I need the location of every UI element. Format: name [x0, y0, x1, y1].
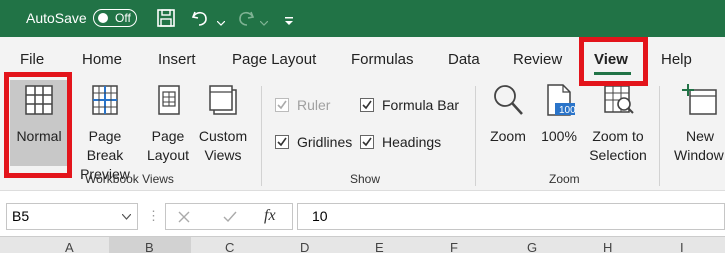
toggle-knob — [98, 13, 108, 23]
magnifier-icon — [494, 85, 523, 115]
customize-toolbar-icon[interactable] — [284, 13, 294, 31]
new-window-icon — [682, 84, 717, 115]
new-window-label-2: Window — [674, 147, 724, 163]
redo-dropdown-icon[interactable] — [259, 14, 269, 32]
undo-dropdown-icon[interactable] — [216, 14, 226, 32]
formula-input[interactable]: 10 — [297, 203, 725, 230]
column-header-d[interactable]: D — [300, 240, 309, 253]
highlight-view-tab — [579, 37, 648, 86]
formula-value: 10 — [312, 208, 328, 224]
tab-file[interactable]: File — [20, 51, 44, 68]
highlight-normal — [4, 72, 72, 178]
more-options-icon[interactable]: ⋮ — [147, 208, 160, 224]
column-header-b[interactable]: B — [145, 240, 154, 253]
save-icon[interactable] — [156, 8, 176, 33]
tab-insert[interactable]: Insert — [158, 51, 196, 68]
page-layout-view-button[interactable]: Page Layout — [144, 82, 192, 165]
column-header-h[interactable]: H — [603, 240, 612, 253]
chevron-down-icon — [122, 214, 131, 220]
zoom-selection-label-2: Selection — [589, 147, 647, 163]
tab-page-layout[interactable]: Page Layout — [232, 51, 316, 68]
gridlines-label: Gridlines — [297, 134, 353, 150]
page-layout-label-1: Page — [151, 128, 185, 144]
name-box[interactable]: B5 — [6, 203, 138, 230]
title-bar: AutoSave Off — [0, 0, 725, 37]
page-layout-icon — [158, 85, 180, 115]
tab-home[interactable]: Home — [82, 51, 122, 68]
zoom-to-selection-button[interactable]: Zoom to Selection — [585, 82, 651, 165]
zoom-100-label: 100% — [541, 128, 577, 144]
zoom-selection-icon — [604, 85, 634, 114]
workbook-views-group-label: Workbook Views — [85, 172, 174, 186]
column-header-e[interactable]: E — [375, 240, 384, 253]
page-break-label-1: Page Break — [86, 128, 124, 163]
custom-views-button[interactable]: Custom Views — [196, 82, 250, 165]
group-separator — [659, 86, 660, 186]
undo-icon[interactable] — [190, 8, 212, 33]
group-separator — [261, 86, 262, 186]
redo-icon[interactable] — [234, 8, 256, 33]
new-window-button[interactable]: New Window — [668, 82, 725, 165]
insert-function-icon[interactable]: fx — [264, 207, 276, 225]
formula-buttons: fx — [165, 203, 293, 230]
formula-bar-label: Formula Bar — [382, 97, 460, 113]
tab-help[interactable]: Help — [661, 51, 692, 68]
zoom-group-label: Zoom — [549, 172, 580, 186]
name-box-value: B5 — [12, 208, 30, 224]
column-header-c[interactable]: C — [225, 240, 234, 253]
autosave-label: AutoSave — [26, 10, 87, 26]
show-group-label: Show — [350, 172, 381, 186]
column-header-a[interactable]: A — [65, 240, 74, 253]
zoom-100-icon-text: 100 — [559, 105, 576, 116]
zoom-100-button[interactable]: 100 100% — [536, 82, 582, 146]
headings-label: Headings — [382, 134, 442, 150]
page-layout-label-2: Layout — [146, 147, 190, 163]
page-break-preview-button[interactable]: Page Break Preview — [70, 82, 140, 184]
column-header-f[interactable]: F — [450, 240, 458, 253]
autosave-toggle[interactable]: Off — [93, 9, 137, 27]
column-header-i[interactable]: I — [680, 240, 684, 253]
formula-bar: B5 ⋮ fx 10 — [0, 190, 725, 237]
zoom-label: Zoom — [490, 128, 526, 144]
group-separator — [475, 86, 476, 186]
tab-data[interactable]: Data — [448, 51, 480, 68]
custom-views-icon — [209, 85, 237, 115]
enter-icon[interactable] — [223, 211, 237, 223]
column-headers: A B C D E F G H I — [0, 236, 725, 253]
ruler-label: Ruler — [297, 97, 331, 113]
cancel-icon[interactable] — [178, 211, 190, 223]
check-icon — [277, 137, 287, 147]
check-icon — [277, 100, 287, 110]
new-window-label-1: New — [686, 128, 715, 144]
zoom-selection-label-1: Zoom to — [592, 128, 644, 144]
zoom-button[interactable]: Zoom — [484, 82, 532, 146]
check-icon — [362, 137, 372, 147]
tab-formulas[interactable]: Formulas — [351, 51, 414, 68]
page-break-icon — [92, 85, 118, 115]
ribbon-view: Normal Page Break Preview Page Layout Cu… — [0, 80, 725, 190]
column-header-g[interactable]: G — [527, 240, 537, 253]
custom-views-label-2: Views — [204, 147, 242, 163]
check-icon — [362, 100, 372, 110]
autosave-state: Off — [115, 11, 131, 25]
custom-views-label-1: Custom — [198, 128, 248, 144]
tab-review[interactable]: Review — [513, 51, 562, 68]
